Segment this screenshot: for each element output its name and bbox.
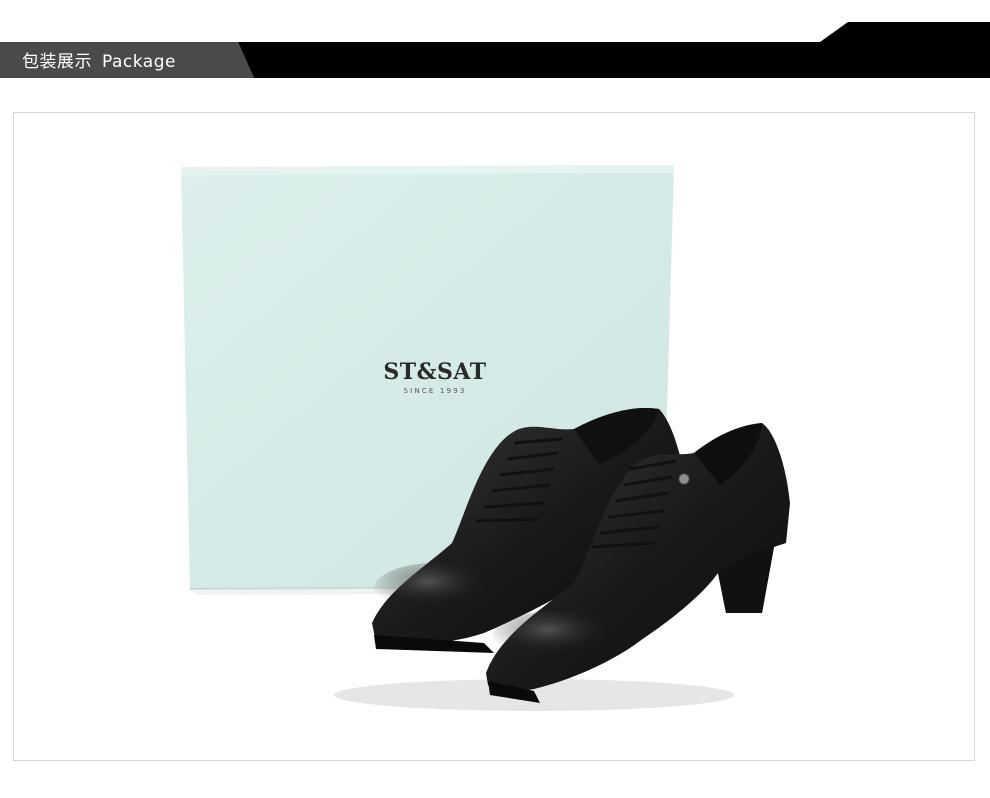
brand-tagline: SINCE 1993 — [403, 387, 467, 395]
box-logo: ST&SAT SINCE 1993 — [356, 359, 514, 395]
section-title-cn: 包装展示 — [22, 52, 92, 72]
section-title: 包装展示 Package — [22, 47, 176, 72]
section-title-en: Package — [102, 52, 176, 72]
brand-name: ST&SAT — [383, 359, 487, 385]
package-photo — [181, 165, 790, 711]
section-header: 包装展示 Package — [0, 0, 990, 80]
product-photo-frame: ST&SAT SINCE 1993 — [13, 112, 975, 761]
